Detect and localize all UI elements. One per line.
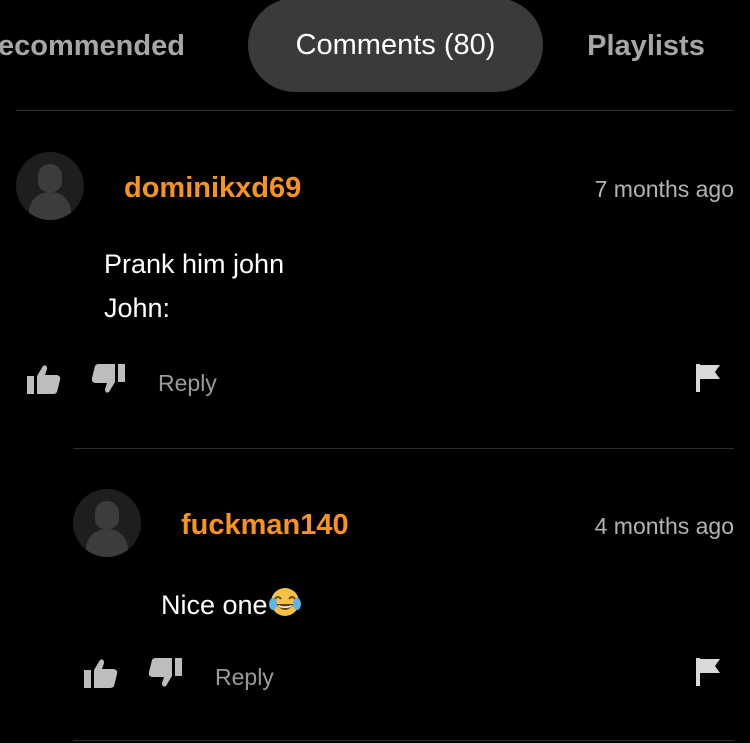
tab-playlists[interactable]: Playlists [576,0,716,92]
thumbs-up-icon [27,365,61,394]
reply-button[interactable]: Reply [215,664,274,691]
comment-text: Nice one [161,590,268,620]
comment-divider [73,448,734,449]
avatar[interactable] [73,489,141,557]
comment-timestamp: 4 months ago [594,513,734,539]
comment-text-line: John: [104,293,171,323]
avatar[interactable] [16,152,84,220]
thumbs-down-button[interactable] [147,656,183,693]
avatar-head-shape [95,501,119,529]
comments-page: ecommended Comments (80) Playlists domin… [0,0,750,743]
reply-button[interactable]: Reply [158,370,217,397]
comment-username[interactable]: fuckman140 [181,509,349,542]
flag-icon [696,364,720,392]
tab-comments[interactable]: Comments (80) [248,0,543,92]
comment-username[interactable]: dominikxd69 [124,172,301,205]
tab-bar: ecommended Comments (80) Playlists [0,0,750,92]
tab-recommended[interactable]: ecommended [0,0,210,92]
flag-icon [696,658,720,686]
tab-divider [16,110,734,111]
avatar-head-shape [38,164,62,192]
avatar-shoulders-shape [86,529,128,557]
thumbs-down-icon [148,658,182,687]
thumbs-up-button[interactable] [26,364,62,401]
report-flag-button[interactable] [694,656,722,693]
comment-text-line: Prank him john [104,249,285,279]
comment-timestamp: 7 months ago [594,176,734,202]
comment-divider [73,740,734,741]
thumbs-down-icon [91,364,125,393]
thumbs-up-icon [84,659,118,688]
comment-text-line: Nice one [161,586,302,621]
thumbs-up-button[interactable] [83,658,119,695]
face-with-tears-of-joy-emoji [268,588,301,616]
report-flag-button[interactable] [694,362,722,399]
thumbs-down-button[interactable] [90,362,126,399]
avatar-shoulders-shape [29,192,71,220]
